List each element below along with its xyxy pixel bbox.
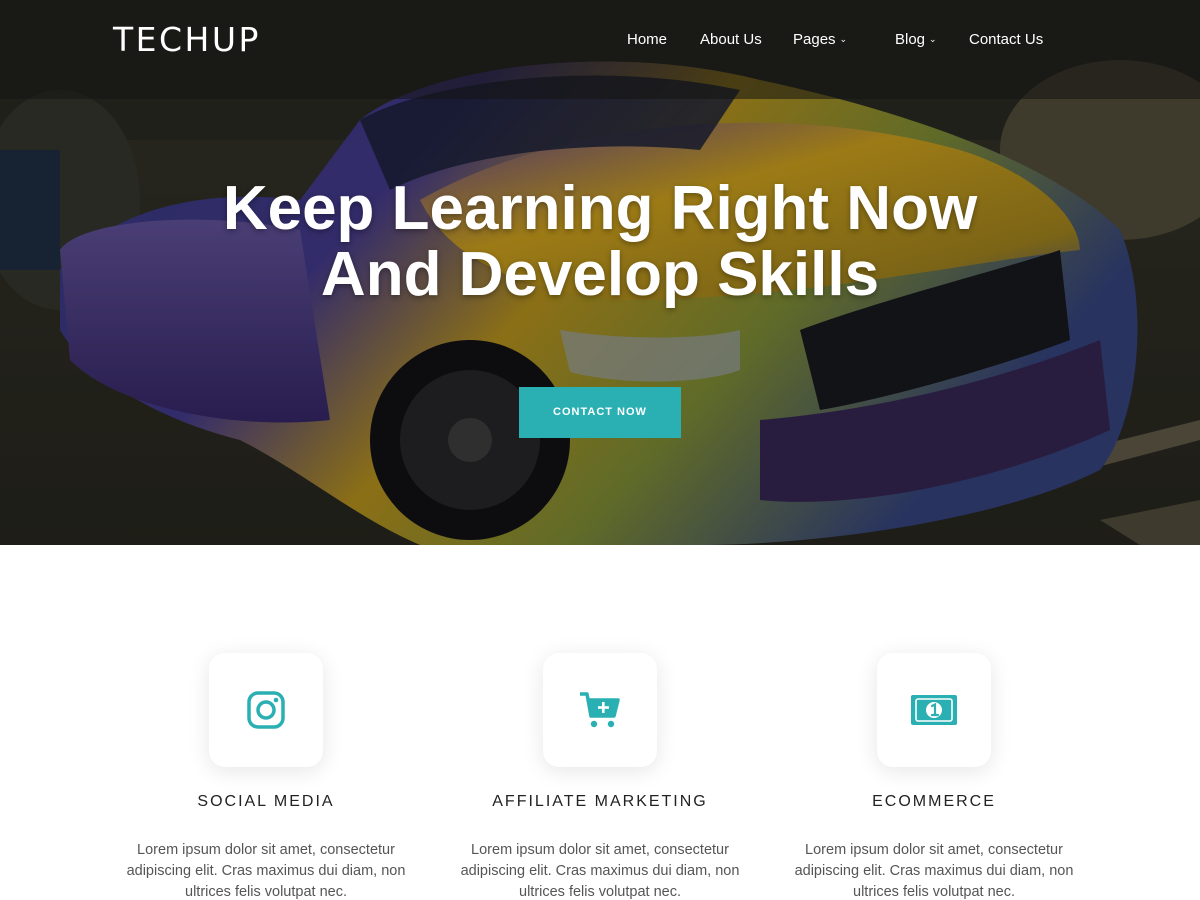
hero-section: TECHUP Home About Us Pages ⌄ Blog ⌄ Contac… — [0, 0, 1200, 545]
chevron-down-icon: ⌄ — [839, 34, 848, 44]
service-icon-box — [877, 653, 991, 767]
service-description: Lorem ipsum dolor sit amet, consectetur … — [126, 842, 406, 900]
chevron-down-icon: ⌄ — [929, 34, 937, 44]
nav-item-about-us[interactable]: About Us — [700, 31, 762, 48]
nav-item-home[interactable]: Home — [627, 31, 667, 48]
service-icon-box — [209, 653, 323, 767]
nav-item-label: About Us — [700, 31, 762, 48]
service-description: Lorem ipsum dolor sit amet, consectetur … — [794, 842, 1074, 900]
nav-item-label: Home — [627, 31, 668, 48]
service-title: ECOMMERCE — [872, 793, 996, 810]
money-bill-icon — [911, 695, 957, 725]
service-description: Lorem ipsum dolor sit amet, consectetur … — [460, 842, 740, 900]
cart-plus-icon — [580, 692, 620, 728]
nav-item-contact-us[interactable]: Contact Us — [969, 31, 1043, 48]
service-title: SOCIAL MEDIA — [197, 793, 335, 810]
nav-item-label: Contact Us — [969, 31, 1044, 48]
nav-item-label: Pages — [793, 31, 836, 48]
contact-now-button[interactable]: CONTACT NOW — [519, 387, 681, 438]
nav-item-pages[interactable]: Pages ⌄ — [793, 31, 847, 48]
site-logo[interactable]: TECHUP — [113, 20, 261, 59]
site-header: TECHUP Home About Us Pages ⌄ Blog ⌄ Contac… — [0, 0, 1200, 99]
service-icon-box — [543, 653, 657, 767]
hero-title: Keep Learning Right Now And Develop Skil… — [222, 174, 978, 309]
nav-item-label: Blog — [895, 31, 926, 48]
nav-item-blog[interactable]: Blog ⌄ — [895, 31, 937, 48]
service-title: AFFILIATE MARKETING — [492, 793, 708, 810]
instagram-icon — [247, 691, 285, 729]
